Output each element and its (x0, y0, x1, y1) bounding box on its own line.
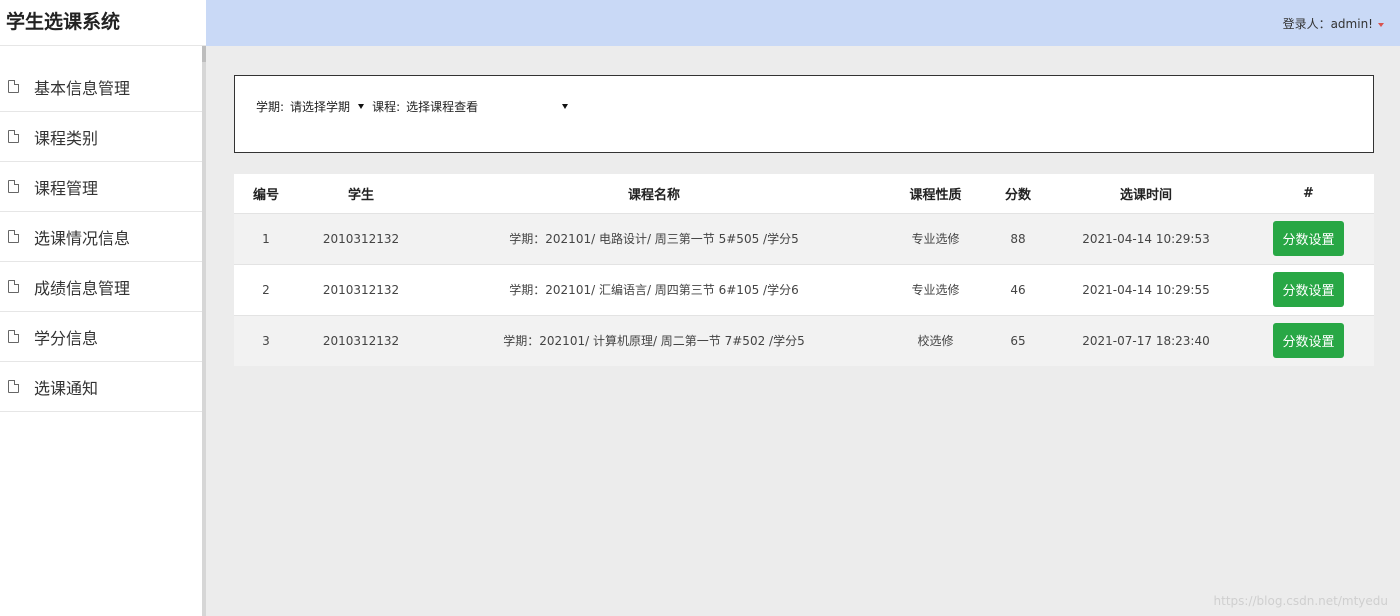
cell-nature: 校选修 (884, 314, 987, 366)
cell-no: 1 (234, 212, 298, 264)
cell-course: 学期：202101/ 计算机原理/ 周二第一节 7#502 /学分5 (424, 314, 884, 366)
sidebar-item-selection-info[interactable]: 选课情况信息 (0, 212, 202, 262)
table-row: 3 2010312132 学期：202101/ 计算机原理/ 周二第一节 7#5… (234, 314, 1374, 366)
table-row: 2 2010312132 学期：202101/ 汇编语言/ 周四第三节 6#10… (234, 263, 1374, 315)
sidebar-item-grade-management[interactable]: 成绩信息管理 (0, 262, 202, 312)
document-icon (8, 380, 19, 393)
sidebar-scrollbar[interactable] (202, 46, 206, 616)
cell-time: 2021-07-17 18:23:40 (1049, 314, 1243, 366)
caret-down-icon (1378, 22, 1384, 27)
course-select-value: 选择课程查看 (406, 100, 479, 114)
document-icon (8, 330, 19, 343)
column-header-action: # (1243, 174, 1374, 213)
cell-student: 2010312132 (298, 212, 424, 264)
cell-score: 46 (987, 263, 1049, 315)
user-label: 登录人：admin! (1282, 17, 1373, 31)
sidebar-item-label: 选课通知 (34, 378, 99, 398)
set-score-button[interactable]: 分数设置 (1273, 323, 1344, 359)
user-menu[interactable]: 登录人：admin! (1283, 15, 1384, 32)
sidebar-menu: 基本信息管理 课程类别 课程管理 选课情况信息 成绩信息管理 学分信息 选课通知 (0, 62, 206, 412)
table-header-row: 编号 学生 课程名称 课程性质 分数 选课时间 # (234, 174, 1374, 213)
top-header: 登录人：admin! (206, 0, 1400, 46)
cell-student: 2010312132 (298, 263, 424, 315)
filter-row: 学期: 请选择学期 课程: 选择课程查看 (256, 98, 569, 115)
app-title: 学生选课系统 (0, 0, 206, 46)
sidebar-item-label: 学分信息 (34, 328, 99, 348)
column-header-no: 编号 (234, 174, 298, 213)
sidebar-scrollbar-thumb[interactable] (202, 46, 206, 62)
column-header-course: 课程名称 (424, 174, 884, 213)
cell-nature: 专业选修 (884, 212, 987, 264)
sidebar-item-credit-info[interactable]: 学分信息 (0, 312, 202, 362)
watermark: https://blog.csdn.net/mtyedu (1213, 594, 1388, 608)
cell-time: 2021-04-14 10:29:55 (1049, 263, 1243, 315)
document-icon (8, 80, 19, 93)
cell-course: 学期：202101/ 电路设计/ 周三第一节 5#505 /学分5 (424, 212, 884, 264)
set-score-button[interactable]: 分数设置 (1273, 272, 1344, 307)
document-icon (8, 230, 19, 243)
document-icon (8, 130, 19, 143)
cell-nature: 专业选修 (884, 263, 987, 315)
sidebar-item-label: 课程类别 (34, 128, 99, 148)
cell-no: 3 (234, 314, 298, 366)
sidebar-item-selection-notice[interactable]: 选课通知 (0, 362, 202, 412)
sidebar-item-label: 基本信息管理 (34, 78, 131, 98)
caret-down-icon (562, 104, 569, 109)
sidebar-item-label: 选课情况信息 (34, 228, 131, 248)
caret-down-icon (358, 104, 365, 109)
term-label: 学期: (256, 100, 285, 114)
sidebar-item-label: 成绩信息管理 (34, 278, 131, 298)
set-score-button[interactable]: 分数设置 (1273, 221, 1344, 256)
cell-student: 2010312132 (298, 314, 424, 366)
cell-action: 分数设置 (1243, 263, 1374, 315)
sidebar-item-basic-info[interactable]: 基本信息管理 (0, 62, 202, 112)
column-header-nature: 课程性质 (884, 174, 987, 213)
selection-table-container: 编号 学生 课程名称 课程性质 分数 选课时间 # 1 2010312132 学… (234, 174, 1374, 366)
sidebar-item-course-management[interactable]: 课程管理 (0, 162, 202, 212)
filter-panel: 学期: 请选择学期 课程: 选择课程查看 (234, 75, 1374, 153)
cell-no: 2 (234, 263, 298, 315)
cell-course: 学期：202101/ 汇编语言/ 周四第三节 6#105 /学分6 (424, 263, 884, 315)
document-icon (8, 280, 19, 293)
sidebar-item-course-category[interactable]: 课程类别 (0, 112, 202, 162)
cell-score: 88 (987, 212, 1049, 264)
term-select-value: 请选择学期 (290, 100, 351, 114)
cell-time: 2021-04-14 10:29:53 (1049, 212, 1243, 264)
column-header-time: 选课时间 (1049, 174, 1243, 213)
table-row: 1 2010312132 学期：202101/ 电路设计/ 周三第一节 5#50… (234, 212, 1374, 264)
document-icon (8, 180, 19, 193)
cell-action: 分数设置 (1243, 314, 1374, 366)
term-select[interactable]: 请选择学期 (290, 98, 365, 115)
selection-table: 编号 学生 课程名称 课程性质 分数 选课时间 # 1 2010312132 学… (234, 174, 1374, 366)
sidebar-item-label: 课程管理 (34, 178, 99, 198)
cell-action: 分数设置 (1243, 212, 1374, 264)
sidebar: 学生选课系统 基本信息管理 课程类别 课程管理 选课情况信息 成绩信息管理 学分… (0, 0, 206, 616)
course-select[interactable]: 选择课程查看 (406, 98, 569, 115)
cell-score: 65 (987, 314, 1049, 366)
column-header-student: 学生 (298, 174, 424, 213)
course-label: 课程: (372, 100, 401, 114)
column-header-score: 分数 (987, 174, 1049, 213)
